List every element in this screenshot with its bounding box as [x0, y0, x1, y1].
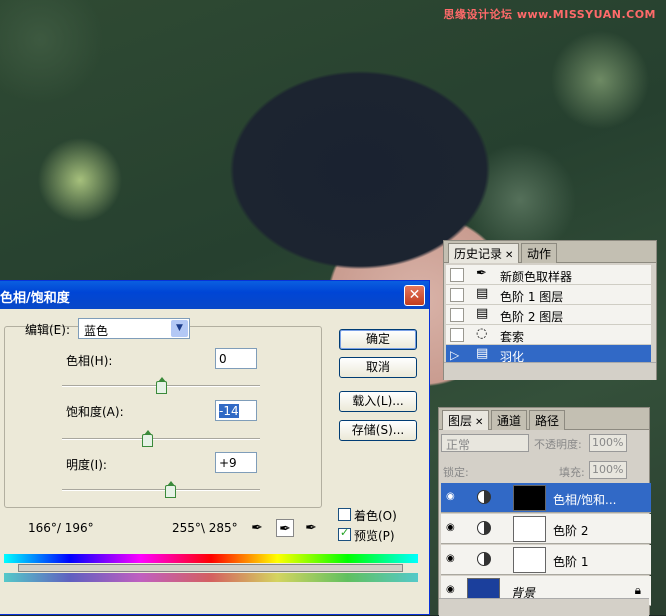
fill-input[interactable]: 100% — [589, 461, 627, 479]
hue-slider-thumb[interactable] — [156, 377, 167, 394]
eyedropper-icon[interactable]: ✒ — [248, 519, 266, 537]
range-left-readout: 166°/ 196° — [28, 521, 94, 535]
save-button[interactable]: 存储(S)... — [339, 420, 417, 441]
watermark: 思缘设计论坛 www.MISSYUAN.COM — [443, 8, 656, 21]
layers-panel: 图层 ✕ 通道 路径 正常 不透明度: 100% 锁定: 填充: 100% ◉ 色相… — [438, 407, 651, 616]
close-icon[interactable]: ✕ — [475, 417, 483, 428]
eyedropper-icon: ✒ — [476, 266, 487, 281]
history-toolbar — [444, 362, 656, 380]
history-item[interactable]: ✒ 新颜色取样器 — [446, 265, 651, 285]
layer-row[interactable]: ◉ 色阶 2 — [441, 514, 651, 544]
hue-label: 色相(H): — [66, 354, 113, 368]
adjustment-icon — [477, 521, 491, 535]
colorize-label: 着色(O) — [354, 509, 397, 523]
layer-mask-thumbnail — [513, 485, 546, 511]
eye-icon[interactable]: ◉ — [446, 491, 455, 502]
edit-label: 编辑(E): — [25, 323, 70, 337]
tab-actions[interactable]: 动作 — [521, 243, 558, 263]
ok-button[interactable]: 确定 — [339, 329, 417, 350]
layer-mask-thumbnail — [513, 547, 546, 573]
saturation-label: 饱和度(A): — [66, 405, 124, 419]
adjustment-icon — [477, 552, 491, 566]
range-right-readout: 255°\ 285° — [172, 521, 238, 535]
lightness-input[interactable]: +9 — [215, 452, 257, 473]
document-icon: ▤ — [476, 306, 489, 321]
history-item[interactable]: ▤ 色阶 1 图层 — [446, 285, 651, 305]
eyedropper-minus-icon[interactable]: ✒ — [302, 519, 320, 537]
opacity-label: 不透明度: — [534, 438, 582, 451]
tab-layers[interactable]: 图层 ✕ — [442, 410, 490, 430]
hue-saturation-dialog: 色相/饱和度 ✕ 编辑(E): 蓝色 ▼ 色相(H): 0 饱和度(A): -1… — [0, 280, 430, 615]
color-range-slider[interactable] — [18, 564, 403, 572]
opacity-input[interactable]: 100% — [589, 434, 627, 452]
lightness-slider-track[interactable] — [62, 489, 260, 491]
adjustment-icon — [477, 490, 491, 504]
layers-toolbar — [439, 598, 649, 616]
blend-mode-select[interactable]: 正常 — [441, 434, 529, 452]
history-panel: 历史记录 ✕ 动作 ✒ 新颜色取样器 ▤ 色阶 1 图层 ▤ 色阶 2 图层 ◌ 套索 ▷… — [443, 240, 657, 380]
lock-label: 锁定: — [443, 466, 469, 479]
chevron-down-icon[interactable]: ▼ — [171, 320, 188, 337]
close-button[interactable]: ✕ — [404, 285, 425, 306]
colorize-checkbox[interactable] — [338, 508, 351, 521]
lightness-label: 明度(I): — [66, 458, 107, 472]
saturation-slider-track[interactable] — [62, 438, 260, 440]
tab-history[interactable]: 历史记录 ✕ — [448, 243, 520, 263]
dialog-title: 色相/饱和度 — [0, 281, 429, 309]
tab-channels[interactable]: 通道 — [491, 410, 528, 430]
layer-row-active[interactable]: ◉ 色相/饱和... — [441, 483, 651, 513]
edit-value: 蓝色 — [84, 324, 109, 338]
hue-input[interactable]: 0 — [215, 348, 257, 369]
eye-icon[interactable]: ◉ — [446, 584, 455, 595]
edit-select[interactable]: 蓝色 ▼ — [78, 318, 190, 339]
fill-label: 填充: — [559, 466, 585, 479]
history-item[interactable]: ◌ 套索 — [446, 325, 651, 345]
document-icon: ▤ — [476, 286, 489, 301]
history-item[interactable]: ▤ 色阶 2 图层 — [446, 305, 651, 325]
document-icon: ▤ — [476, 346, 489, 361]
color-spectrum-bottom — [4, 573, 418, 582]
lasso-icon: ◌ — [476, 326, 488, 341]
cancel-button[interactable]: 取消 — [339, 357, 417, 378]
preview-checkbox[interactable] — [338, 526, 351, 541]
edit-group — [4, 326, 322, 508]
lightness-slider-thumb[interactable] — [164, 481, 176, 498]
layer-row[interactable]: ◉ 色阶 1 — [441, 545, 651, 575]
eyedropper-plus-icon[interactable]: ✒ — [276, 519, 294, 537]
lock-icon: 🔒︎ — [634, 583, 641, 597]
close-icon[interactable]: ✕ — [505, 250, 513, 261]
preview-label: 预览(P) — [354, 529, 395, 543]
eye-icon[interactable]: ◉ — [446, 553, 455, 564]
layer-mask-thumbnail — [513, 516, 546, 542]
saturation-input[interactable]: -14 — [215, 400, 257, 421]
eye-icon[interactable]: ◉ — [446, 522, 455, 533]
color-spectrum-top — [4, 554, 418, 563]
saturation-slider-thumb[interactable] — [142, 430, 154, 447]
load-button[interactable]: 载入(L)... — [339, 391, 417, 412]
tab-paths[interactable]: 路径 — [529, 410, 566, 430]
